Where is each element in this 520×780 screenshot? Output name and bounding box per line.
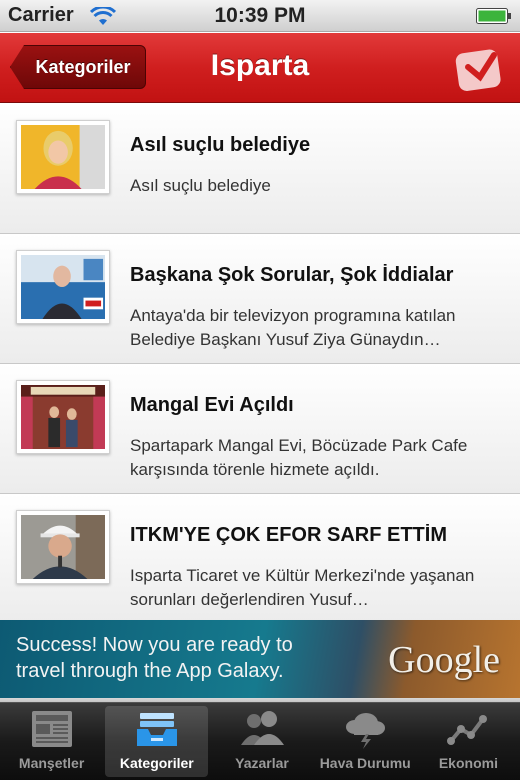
news-summary: Antaya'da bir televizyon programına katı…: [130, 306, 456, 349]
tab-bar: Manşetler Kategoriler Yazarlar Hava Duru…: [0, 702, 520, 780]
news-thumbnail: [16, 380, 110, 454]
ad-brand-logo: Google: [388, 639, 500, 681]
page-title: Isparta: [210, 49, 310, 82]
news-thumbnail: [16, 510, 110, 584]
line-chart-icon: [447, 715, 488, 745]
news-thumbnail: [16, 250, 110, 324]
tab-label: Yazarlar: [235, 755, 289, 771]
news-title: Başkana Şok Sorular, Şok İddialar: [130, 264, 454, 286]
people-icon: [241, 711, 284, 745]
tab-kategoriler[interactable]: Kategoriler: [105, 706, 209, 777]
news-item[interactable]: Başkana Şok Sorular, Şok İddialar Antaya…: [0, 234, 520, 364]
tab-label: Hava Durumu: [319, 755, 411, 771]
tab-yazarlar[interactable]: Yazarlar: [210, 703, 313, 780]
tab-label: Kategoriler: [119, 755, 194, 771]
ad-text: Success! Now you are ready to travel thr…: [16, 634, 293, 682]
news-list: Asıl suçlu belediye Asıl suçlu belediye …: [0, 104, 520, 624]
news-thumbnail: [16, 120, 110, 194]
inbox-tray-icon: [136, 713, 177, 746]
weather-cloud-icon: [346, 713, 386, 749]
tab-label: Manşetler: [18, 755, 85, 771]
tab-label: Ekonomi: [438, 755, 498, 771]
news-summary: Asıl suçlu belediye: [130, 176, 271, 195]
back-button[interactable]: Kategoriler: [10, 45, 146, 89]
back-button-label: Kategoriler: [35, 56, 131, 77]
news-title: ITKM'YE ÇOK EFOR SARF ETTİM: [130, 524, 447, 546]
navigation-bar: Kategoriler Isparta: [0, 33, 520, 103]
news-photo-woman: [21, 125, 105, 189]
news-item[interactable]: Mangal Evi Açıldı Spartapark Mangal Evi,…: [0, 364, 520, 494]
news-photo-speaker: [21, 255, 105, 319]
app-logo-icon[interactable]: [454, 45, 506, 93]
newspaper-icon: [31, 711, 72, 747]
news-summary: Isparta Ticaret ve Kültür Merkezi'nde ya…: [130, 566, 475, 609]
status-time: 10:39 PM: [214, 4, 306, 27]
news-summary: Spartapark Mangal Evi, Böcüzade Park Caf…: [130, 436, 468, 479]
news-item[interactable]: ITKM'YE ÇOK EFOR SARF ETTİM Isparta Tica…: [0, 494, 520, 624]
battery-icon: [476, 8, 511, 24]
status-bar: Carrier 10:39 PM: [0, 0, 520, 32]
news-title: Asıl suçlu belediye: [130, 134, 311, 156]
tab-ekonomi[interactable]: Ekonomi: [417, 703, 520, 780]
news-photo-ceremony: [21, 385, 105, 449]
ad-banner[interactable]: Success! Now you are ready to travel thr…: [0, 620, 520, 698]
tab-hava-durumu[interactable]: Hava Durumu: [314, 703, 417, 780]
tab-mansetler[interactable]: Manşetler: [0, 703, 103, 780]
news-title: Mangal Evi Açıldı: [130, 394, 294, 416]
news-photo-hardhat: [21, 515, 105, 579]
news-item[interactable]: Asıl suçlu belediye Asıl suçlu belediye: [0, 104, 520, 234]
